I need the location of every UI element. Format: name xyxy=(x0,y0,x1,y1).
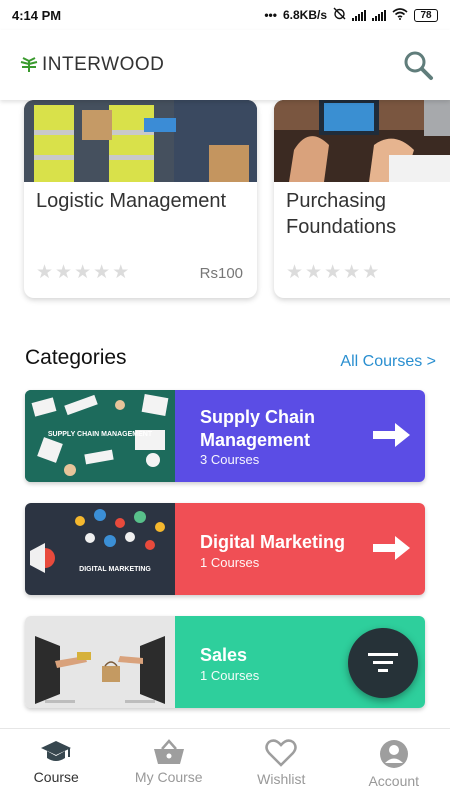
featured-courses: Logistic Management ★ ★ ★ ★ ★ Rs100 Purc… xyxy=(0,100,450,310)
nav-course[interactable]: Course xyxy=(0,729,113,800)
account-icon xyxy=(379,740,408,768)
signal-icon xyxy=(352,9,366,21)
nav-label: Account xyxy=(368,773,420,789)
nav-wishlist[interactable]: Wishlist xyxy=(225,729,338,800)
status-bar: 4:14 PM ••• 6.8KB/s 78 xyxy=(0,0,450,30)
star-icon: ★ xyxy=(305,262,323,283)
leaf-icon xyxy=(20,57,38,72)
category-card-digital-marketing[interactable]: DIGITAL MARKETING Digital Marketing 1 Co… xyxy=(25,503,425,595)
nav-my-course[interactable]: My Course xyxy=(113,729,226,800)
star-icon: ★ xyxy=(343,262,361,283)
search-button[interactable] xyxy=(398,45,438,85)
star-icon: ★ xyxy=(93,262,111,283)
signal-icon xyxy=(372,9,386,21)
all-courses-link[interactable]: All Courses > xyxy=(340,353,436,371)
star-icon: ★ xyxy=(362,262,380,283)
course-thumbnail xyxy=(24,100,257,182)
nav-account[interactable]: Account xyxy=(338,729,450,800)
category-image: SUPPLY CHAIN MANAGEMENT xyxy=(25,390,175,482)
alarm-off-icon xyxy=(333,7,346,23)
category-name: Sales xyxy=(200,645,248,665)
nav-label: Wishlist xyxy=(257,771,306,787)
category-name: Supply Chain Management xyxy=(200,407,316,450)
star-icon: ★ xyxy=(55,262,73,283)
graduation-cap-icon xyxy=(41,741,72,761)
star-icon: ★ xyxy=(286,262,304,283)
category-image-caption: SUPPLY CHAIN MANAGEMENT xyxy=(48,431,153,438)
star-icon: ★ xyxy=(36,262,54,283)
course-thumbnail xyxy=(274,100,450,182)
category-body: Supply Chain Management 3 Courses xyxy=(175,390,425,482)
course-card[interactable]: Logistic Management ★ ★ ★ ★ ★ Rs100 xyxy=(24,100,257,298)
search-icon xyxy=(404,51,433,80)
star-icon: ★ xyxy=(74,262,92,283)
filter-button[interactable] xyxy=(348,628,418,698)
logo-text: INTERWOOD xyxy=(42,54,165,75)
status-time: 4:14 PM xyxy=(12,7,62,23)
category-card-supply-chain[interactable]: SUPPLY CHAIN MANAGEMENT Supply Chain Man… xyxy=(25,390,425,482)
star-rating: ★ ★ ★ ★ ★ xyxy=(286,263,379,282)
category-image: DIGITAL MARKETING xyxy=(25,503,175,595)
star-rating: ★ ★ ★ ★ ★ xyxy=(36,263,129,282)
category-name: Digital Marketing xyxy=(200,532,346,552)
category-count: 1 Courses xyxy=(200,668,260,683)
category-image xyxy=(25,616,175,708)
app-header: INTERWOOD xyxy=(0,30,450,100)
nav-label: My Course xyxy=(134,769,203,785)
brand-logo: INTERWOOD xyxy=(20,54,164,76)
course-title: Logistic Management xyxy=(36,190,227,212)
wifi-icon xyxy=(392,7,408,23)
filter-icon xyxy=(368,653,398,672)
category-body: Digital Marketing 1 Courses xyxy=(175,503,425,595)
category-count: 3 Courses xyxy=(200,452,260,467)
nav-label: Course xyxy=(33,769,79,785)
star-icon: ★ xyxy=(324,262,342,283)
basket-icon xyxy=(153,739,184,764)
status-indicators: ••• 6.8KB/s 78 xyxy=(264,7,438,23)
course-title: Purchasing Foundations xyxy=(286,190,397,238)
battery-icon: 78 xyxy=(414,8,438,22)
category-count: 1 Courses xyxy=(200,555,260,570)
star-icon: ★ xyxy=(112,262,130,283)
arrow-right-icon xyxy=(373,536,410,560)
network-speed: 6.8KB/s xyxy=(282,8,327,22)
categories-heading: Categories xyxy=(25,346,127,369)
heart-icon xyxy=(265,739,297,767)
bottom-navigation: Course My Course Wishlist Account xyxy=(0,728,450,800)
category-image-caption: DIGITAL MARKETING xyxy=(79,566,151,573)
course-card[interactable]: Purchasing Foundations ★ ★ ★ ★ ★ xyxy=(274,100,450,298)
arrow-right-icon xyxy=(373,423,410,447)
course-price: Rs100 xyxy=(199,265,243,282)
dots-icon: ••• xyxy=(264,8,277,22)
